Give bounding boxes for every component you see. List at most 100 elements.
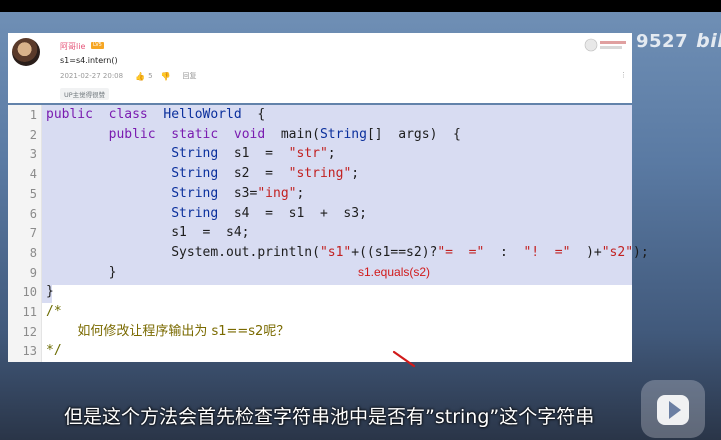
code-line[interactable]: 2 public static void main(String[] args)… <box>8 125 632 145</box>
code-token: String <box>171 185 219 201</box>
thumbs-up-icon[interactable]: 👍 <box>135 72 145 81</box>
like-count: 5 <box>148 72 153 80</box>
code-token: s1 = <box>218 146 289 162</box>
line-number: 4 <box>29 167 37 182</box>
comment-username[interactable]: 阿哥lie <box>60 41 85 52</box>
code-line[interactable]: 8 System.out.println("s1"+((s1==s2)?"= =… <box>8 243 649 263</box>
code-token: static <box>171 126 219 142</box>
reply-button[interactable]: 回复 <box>183 71 197 81</box>
more-options-icon[interactable]: ⋮ <box>620 71 627 79</box>
code-token: void <box>233 126 266 142</box>
code-token: )+ <box>570 244 602 260</box>
code-token: +((s1==s2)? <box>351 244 438 260</box>
code-token: class <box>108 107 148 122</box>
code-line[interactable]: 10} <box>8 282 632 302</box>
code-line[interactable]: 12 如何修改让程序输出为 s1==s2呢？ <box>8 322 632 342</box>
code-token: s3= <box>218 185 258 201</box>
comment-meta: 2021-02-27 20:08 👍 5 👎 回复 ⋮ <box>60 71 627 81</box>
code-token: "= =" <box>437 244 485 260</box>
code-token: System.out.println( <box>46 244 320 260</box>
top-bar <box>0 0 721 12</box>
code-token: public <box>46 107 93 122</box>
bilibili-watermark: 9527 bilibi <box>636 30 721 54</box>
decoration-sticker <box>584 35 628 55</box>
code-token: } <box>46 264 117 280</box>
code-line[interactable]: 4 String s2 = "string"; <box>8 164 632 184</box>
code-token: HelloWorld <box>163 107 242 122</box>
play-icon <box>669 401 681 419</box>
play-button[interactable] <box>641 380 705 438</box>
line-code: } <box>46 263 117 283</box>
up-liked-badge: UP主觉得很赞 <box>60 88 110 100</box>
line-code: public class HelloWorld { <box>46 105 265 125</box>
code-line[interactable]: 3 String s1 = "str"; <box>8 144 632 164</box>
line-code: public static void main(String[] args) { <box>46 125 461 145</box>
level-badge: LV5 <box>91 42 104 49</box>
code-token: String <box>171 205 219 221</box>
code-token: s2 = <box>218 166 289 182</box>
strike-mark <box>392 350 416 368</box>
line-number: 11 <box>22 305 37 319</box>
code-token: "! =" <box>523 244 571 260</box>
line-code: /* <box>46 302 62 322</box>
line-code: s1 = s4; <box>46 223 250 243</box>
line-code: System.out.println("s1"+((s1==s2)?"= =" … <box>46 243 649 263</box>
line-number: 2 <box>29 127 37 142</box>
code-line[interactable]: 13 */ <box>8 341 632 361</box>
code-line[interactable]: 6 String s4 = s1 + s3; <box>8 204 632 224</box>
line-number: 8 <box>29 245 37 260</box>
code-token: String <box>171 166 219 182</box>
line-code: String s2 = "string"; <box>46 164 359 184</box>
code-token: } <box>46 284 54 300</box>
code-token: ); <box>633 244 649 260</box>
code-line[interactable]: 9 } <box>8 263 632 283</box>
thumbs-down-icon[interactable]: 👎 <box>161 72 171 81</box>
video-subtitle: 但是这个方法会首先检查字符串池中是否有”string”这个字符串 <box>64 406 595 428</box>
code-token: s1 = s4; <box>46 225 250 241</box>
code-line[interactable]: 1 public class HelloWorld { <box>8 105 632 125</box>
code-line[interactable]: 7 s1 = s4; <box>8 223 632 243</box>
code-token: [] args) { <box>366 126 461 142</box>
code-line[interactable]: 11 /* <box>8 302 632 322</box>
code-token: public <box>108 126 156 142</box>
code-token: String <box>171 146 219 162</box>
code-token: "string" <box>288 166 352 182</box>
line-number: 13 <box>22 344 37 359</box>
comment-card: 阿哥lie LV5 s1=s4.intern() 2021-02-27 20:0… <box>8 33 632 103</box>
code-token: main( <box>265 126 320 142</box>
line-number: 9 <box>29 265 37 280</box>
line-code: String s3="ing"; <box>46 184 304 204</box>
code-token: s4 = s1 + s3; <box>218 205 367 221</box>
line-code: } <box>46 282 54 302</box>
avatar[interactable] <box>12 38 40 66</box>
line-number: 1 <box>29 108 37 122</box>
code-token: */ <box>46 343 62 359</box>
line-number: 10 <box>22 285 37 300</box>
line-number: 6 <box>29 206 37 221</box>
code-line[interactable]: 5 String s3="ing"; <box>8 184 632 204</box>
code-token: "s1" <box>319 244 352 260</box>
line-number: 3 <box>29 147 37 162</box>
line-code: 如何修改让程序输出为 s1==s2呢？ <box>46 322 289 342</box>
code-token: : <box>484 244 524 260</box>
code-token: { <box>241 107 266 122</box>
code-token: ; <box>296 185 305 201</box>
handwritten-annotation: s1.equals(s2) <box>358 265 431 279</box>
watermark-number: 9527 <box>636 31 689 52</box>
bilibili-logo: bilibi <box>696 30 721 52</box>
code-token: ; <box>351 166 360 182</box>
code-editor[interactable]: 1 public class HelloWorld {2 public stati… <box>8 105 649 368</box>
code-token: "ing" <box>257 185 297 201</box>
comment-date: 2021-02-27 20:08 <box>60 72 124 80</box>
code-token: /* <box>46 304 62 319</box>
code-token: "s2" <box>601 244 634 260</box>
line-code: String s1 = "str"; <box>46 144 335 164</box>
